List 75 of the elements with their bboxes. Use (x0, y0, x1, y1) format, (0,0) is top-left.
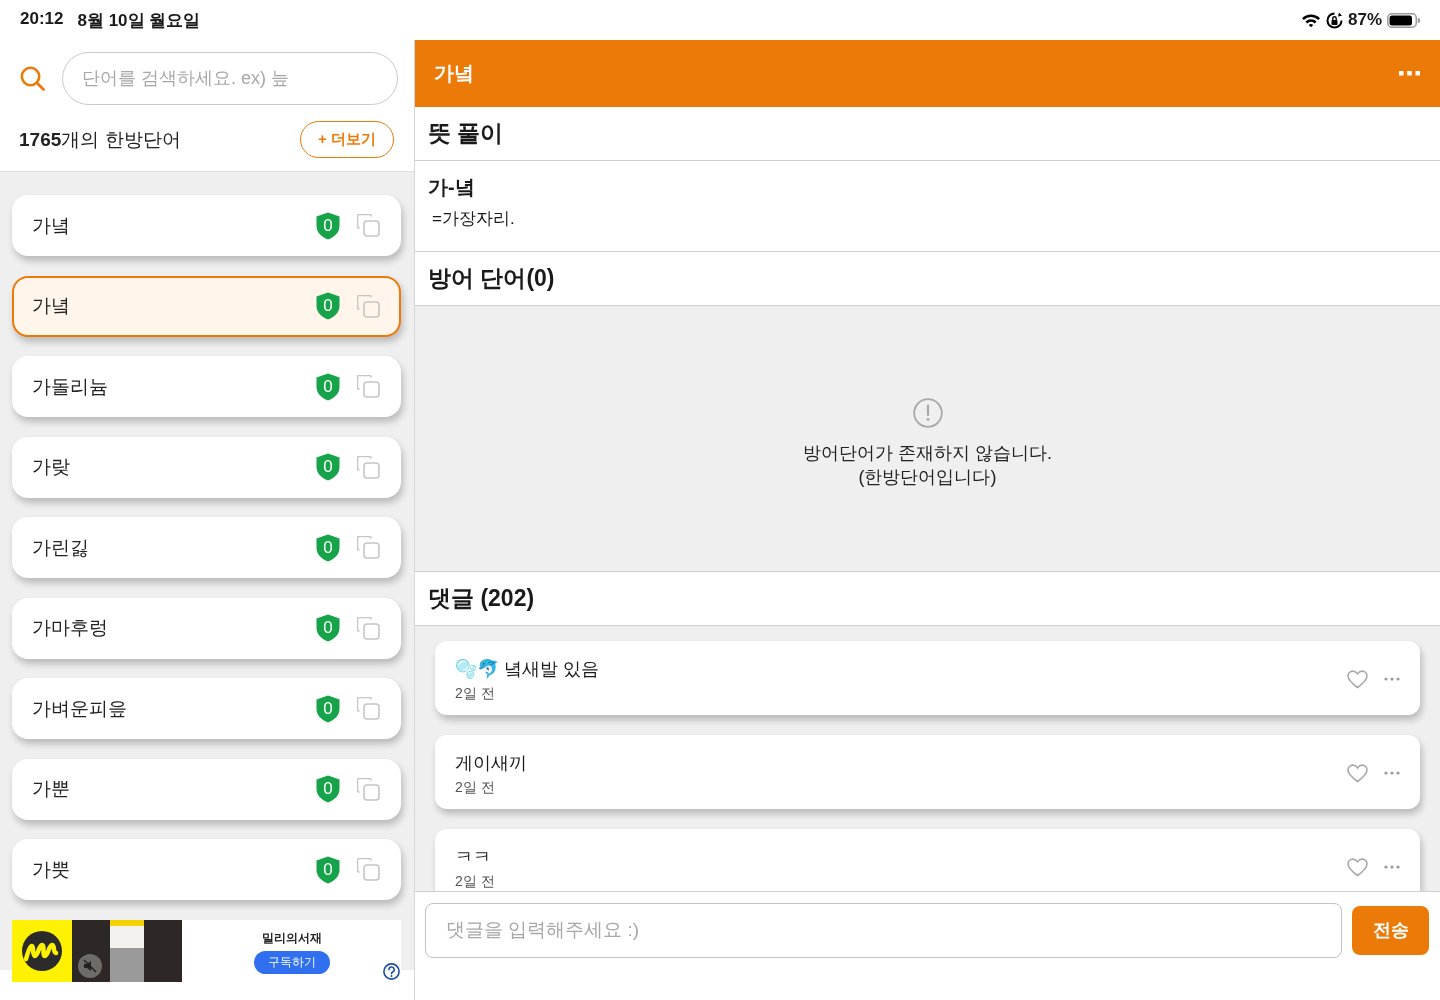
logo-icon (12, 919, 72, 982)
shield-badge: 0 (316, 533, 340, 562)
shield-badge: 0 (316, 775, 340, 803)
comment-text: 게이새끼 (455, 752, 527, 775)
word-text: 가랒 (32, 455, 70, 479)
subscribe-button[interactable]: 구독하기 (253, 950, 330, 974)
comment-text: ㅋㅋ (455, 846, 492, 869)
word-card[interactable]: 가랒 0 (12, 436, 401, 498)
copy-icon[interactable] (357, 616, 380, 640)
copy-icon[interactable] (357, 455, 380, 479)
help-icon[interactable] (383, 962, 400, 980)
heart-icon[interactable] (1347, 857, 1368, 877)
word-card[interactable]: 가마후렁 0 (12, 597, 401, 659)
word-card[interactable]: 가돌리늄 0 (12, 356, 401, 417)
shield-badge: 0 (316, 694, 340, 723)
advertiser-name: 밀리의서재 (261, 929, 322, 947)
search-icon[interactable] (20, 66, 45, 91)
status-date: 8월 10일 월요일 (77, 9, 201, 32)
word-text: 가마후렁 (32, 616, 108, 640)
section-heading: 댓글 (202) (428, 584, 535, 613)
word-card[interactable]: 가녘 0 (12, 275, 401, 337)
more-icon[interactable] (1384, 865, 1400, 869)
comment-time: 2일 전 (455, 778, 496, 797)
copy-icon[interactable] (357, 536, 380, 559)
copy-icon[interactable] (357, 697, 380, 720)
shield-badge: 0 (316, 372, 340, 401)
word-text: 가뿐 (32, 777, 70, 801)
word-card[interactable]: 가뿐 0 (12, 758, 401, 820)
video-placeholder (144, 919, 182, 982)
battery-percent: 87% (1347, 10, 1382, 30)
shield-badge: 0 (316, 453, 340, 481)
entry-word: 가-녘 (428, 175, 476, 200)
shield-badge: 0 (316, 614, 340, 642)
copy-icon[interactable] (357, 777, 380, 801)
more-icon[interactable] (1384, 677, 1400, 681)
page-title: 가녘 (434, 61, 474, 86)
word-card[interactable]: 가녘 0 (12, 195, 401, 256)
word-card[interactable]: 가린긿 0 (12, 517, 401, 578)
mute-icon[interactable] (78, 953, 102, 978)
copy-icon[interactable] (357, 214, 380, 237)
word-card[interactable]: 가뿟 0 (12, 839, 401, 900)
word-text: 가뿟 (32, 857, 70, 882)
copy-icon[interactable] (357, 375, 380, 398)
battery-icon (1387, 12, 1420, 28)
comment-text: 🫧🐬 녘새발 있음 (455, 658, 599, 681)
word-text: 가녘 (32, 294, 70, 318)
alert-icon (912, 398, 943, 428)
wifi-icon (1300, 12, 1321, 28)
shield-badge: 0 (316, 855, 340, 884)
ad-banner[interactable]: 밀리의서재 구독하기 (12, 919, 401, 982)
image-placeholder (110, 919, 144, 982)
shield-badge: 0 (316, 211, 340, 240)
copy-icon[interactable] (357, 294, 380, 318)
empty-message: 방어단어가 존재하지 않습니다. (한방단어입니다) (803, 442, 1052, 489)
copy-icon[interactable] (357, 858, 380, 881)
word-text: 가벼운피읖 (32, 696, 127, 721)
more-icon[interactable] (1399, 71, 1420, 76)
comment-time: 2일 전 (455, 872, 495, 891)
comment-time: 2일 전 (455, 684, 496, 703)
status-time: 20:12 (20, 8, 64, 30)
word-count: 1765개의 한방단어 (19, 127, 181, 152)
word-text: 가돌리늄 (32, 374, 108, 399)
search-field[interactable]: 단어를 검색하세요. ex) 늪 (62, 52, 398, 105)
word-text: 가린긿 (32, 535, 89, 560)
heart-icon[interactable] (1347, 763, 1368, 783)
heart-icon[interactable] (1347, 669, 1368, 689)
definition-text: =가장자리. (431, 208, 516, 230)
shield-badge: 0 (316, 292, 340, 320)
more-icon[interactable] (1384, 771, 1400, 775)
word-text: 가녘 (32, 213, 70, 238)
section-heading: 뜻 풀이 (428, 119, 504, 148)
word-card[interactable]: 가벼운피읖 0 (12, 678, 401, 739)
rotation-lock-icon (1325, 11, 1343, 29)
section-heading: 방어 단어(0) (428, 264, 555, 293)
comment-input[interactable]: 댓글을 입력해주세요 :) (425, 902, 1342, 958)
